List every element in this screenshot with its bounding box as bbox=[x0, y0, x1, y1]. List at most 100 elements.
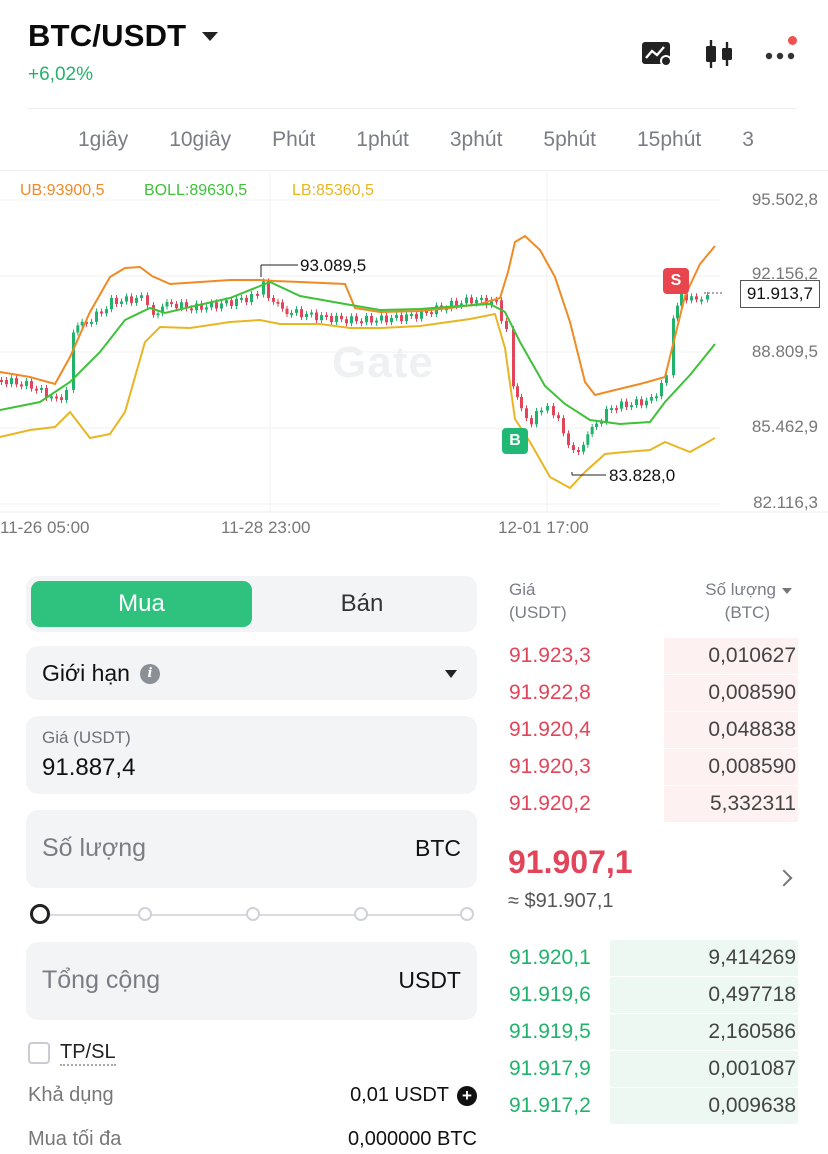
candle-body bbox=[175, 303, 178, 309]
tab-1m[interactable]: 1phút bbox=[356, 128, 409, 152]
bid-row[interactable]: 91.919,6 0,497718 bbox=[500, 977, 798, 1013]
tab-1s[interactable]: 1giây bbox=[78, 128, 128, 152]
chart-settings-icon[interactable] bbox=[640, 38, 674, 70]
candle-body bbox=[310, 312, 313, 315]
tab-10s[interactable]: 10giây bbox=[169, 128, 231, 152]
candle-body bbox=[220, 303, 223, 309]
price-input[interactable]: 91.887,4 bbox=[42, 754, 135, 782]
candle-body bbox=[105, 309, 108, 314]
candle-body bbox=[320, 315, 323, 321]
amount-slider[interactable] bbox=[30, 904, 474, 926]
slider-stop-25[interactable] bbox=[138, 907, 152, 921]
current-price-tag: 91.913,7 bbox=[739, 280, 820, 308]
price-chart[interactable]: Gate UB:93900,5 BOLL:89630,5 LB:85360,5 … bbox=[0, 172, 828, 544]
bid-qty: 0,001087 bbox=[708, 1057, 796, 1080]
candle-body bbox=[115, 298, 118, 304]
pair-selector[interactable]: BTC/USDT bbox=[28, 18, 219, 54]
candle-body bbox=[660, 382, 663, 397]
total-field[interactable]: Tổng cộng USDT bbox=[26, 942, 477, 1020]
price-field[interactable]: Giá (USDT) 91.887,4 bbox=[26, 716, 477, 794]
tab-3m[interactable]: 3phút bbox=[450, 128, 503, 152]
tab-sell[interactable]: Bán bbox=[252, 581, 472, 627]
candle-body bbox=[90, 321, 93, 324]
low-annotation: 83.828,0 bbox=[609, 466, 676, 485]
ask-row[interactable]: 91.920,3 0,008590 bbox=[500, 749, 798, 785]
candle-body bbox=[350, 316, 353, 324]
candle-body bbox=[325, 315, 328, 318]
candle-body bbox=[480, 297, 483, 300]
candle-body bbox=[281, 302, 284, 309]
slider-stop-75[interactable] bbox=[354, 907, 368, 921]
candle-body bbox=[125, 296, 128, 302]
ask-qty: 5,332311 bbox=[709, 792, 796, 815]
candle-body bbox=[640, 399, 643, 406]
candle-body bbox=[135, 298, 138, 303]
candle-body bbox=[240, 297, 243, 300]
candle-body bbox=[552, 406, 555, 416]
chevron-right-icon[interactable] bbox=[775, 869, 793, 887]
bid-row[interactable]: 91.919,5 2,160586 bbox=[500, 1014, 798, 1050]
candle-body bbox=[335, 315, 338, 323]
candle-body bbox=[330, 315, 333, 323]
ask-price: 91.922,8 bbox=[509, 681, 591, 704]
candle-body bbox=[165, 302, 169, 307]
ask-row[interactable]: 91.923,3 0,010627 bbox=[500, 638, 798, 674]
orderbook-qty-header[interactable]: Số lượng (BTC) bbox=[705, 578, 792, 624]
sell-marker[interactable]: S bbox=[663, 268, 689, 294]
candle-body bbox=[365, 316, 368, 323]
timeframe-bar: 1giây 10giây Phút 1phút 3phút 5phút 15ph… bbox=[0, 110, 828, 170]
candle-body bbox=[577, 450, 580, 453]
tab-5m[interactable]: 5phút bbox=[543, 128, 596, 152]
available-row: Khả dụng 0,01 USDT + bbox=[28, 1084, 477, 1107]
candle-body bbox=[420, 310, 423, 319]
buy-marker[interactable]: B bbox=[502, 428, 528, 454]
slider-stop-100[interactable] bbox=[460, 907, 474, 921]
candle-body bbox=[540, 410, 543, 413]
more-icon[interactable] bbox=[764, 36, 798, 70]
y-tick: 95.502,8 bbox=[751, 190, 818, 209]
info-icon[interactable]: i bbox=[139, 663, 160, 684]
ask-row[interactable]: 91.922,8 0,008590 bbox=[500, 675, 798, 711]
tab-15m[interactable]: 15phút bbox=[637, 128, 701, 152]
candlestick-icon[interactable] bbox=[702, 38, 736, 70]
tab-30m[interactable]: 3 bbox=[742, 128, 754, 152]
header: BTC/USDT +6,02% bbox=[0, 0, 828, 108]
bid-price: 91.917,2 bbox=[509, 1094, 591, 1117]
last-price-usd: ≈ $91.907,1 bbox=[508, 890, 614, 912]
candle-body bbox=[690, 296, 693, 301]
slider-handle[interactable] bbox=[30, 904, 50, 924]
tpsl-label: TP/SL bbox=[60, 1040, 116, 1066]
candle-body bbox=[562, 418, 565, 434]
bid-row[interactable]: 91.917,2 0,009638 bbox=[500, 1088, 798, 1124]
bid-qty: 9,414269 bbox=[708, 946, 796, 969]
candle-body bbox=[535, 411, 538, 425]
ask-row[interactable]: 91.920,4 0,048838 bbox=[500, 712, 798, 748]
bid-qty: 2,160586 bbox=[708, 1020, 796, 1043]
tpsl-checkbox[interactable] bbox=[28, 1042, 50, 1064]
quantity-field[interactable]: Số lượng BTC bbox=[26, 810, 477, 888]
ask-row[interactable]: 91.920,2 5,332311 bbox=[500, 786, 798, 822]
candle-body bbox=[30, 381, 33, 389]
bid-row[interactable]: 91.920,1 9,414269 bbox=[500, 940, 798, 976]
candle-body bbox=[645, 400, 648, 406]
pair-name: BTC/USDT bbox=[28, 18, 187, 53]
bid-row[interactable]: 91.917,9 0,001087 bbox=[500, 1051, 798, 1087]
order-type-label: Giới hạn bbox=[42, 660, 130, 686]
candle-body bbox=[630, 405, 633, 408]
candle-body bbox=[35, 388, 38, 391]
slider-stop-50[interactable] bbox=[246, 907, 260, 921]
candle-body bbox=[55, 396, 58, 399]
tpsl-toggle[interactable]: TP/SL bbox=[28, 1040, 116, 1066]
candle-body bbox=[315, 312, 318, 321]
candle-body bbox=[76, 325, 80, 333]
order-type-select[interactable]: Giới hạn i bbox=[26, 646, 477, 700]
candle-body bbox=[410, 313, 413, 316]
tab-buy[interactable]: Mua bbox=[31, 581, 252, 627]
candle-body bbox=[655, 396, 658, 399]
divider bbox=[28, 108, 796, 109]
tab-minute[interactable]: Phút bbox=[272, 128, 315, 152]
candle-body bbox=[395, 315, 398, 318]
candle-body bbox=[10, 378, 13, 385]
candle-body bbox=[230, 300, 233, 306]
plus-icon[interactable]: + bbox=[457, 1085, 477, 1106]
